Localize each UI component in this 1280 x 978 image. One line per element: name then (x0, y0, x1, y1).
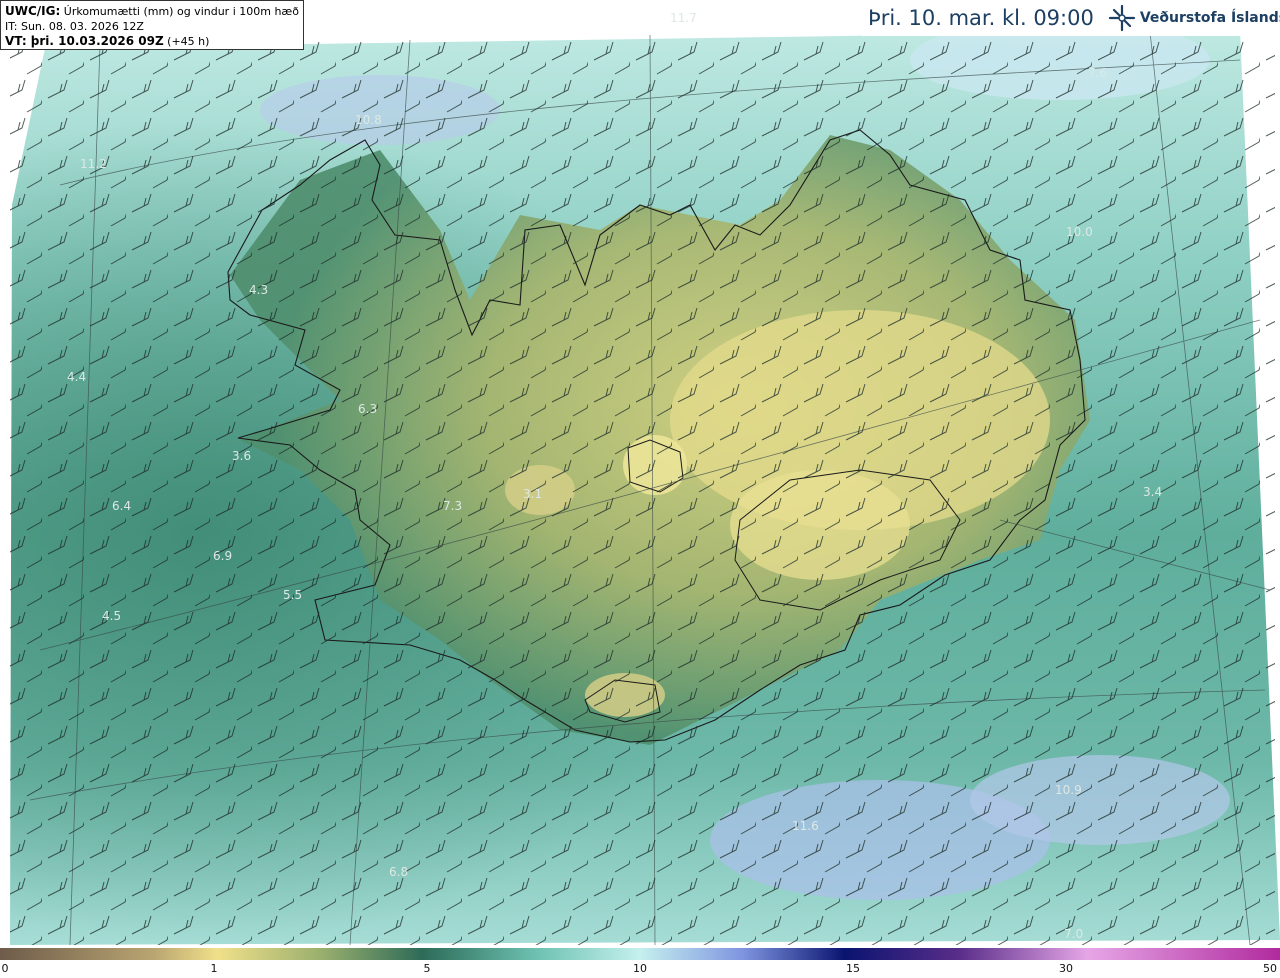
map-label: 3.6 (232, 449, 251, 463)
map-label: 6.3 (358, 402, 377, 416)
map-label: 4.4 (67, 370, 86, 384)
colorbar-tick: 5 (423, 962, 431, 975)
precipitation-colorbar (0, 948, 1280, 960)
colorbar-tick: 1 (210, 962, 218, 975)
precipitation-wind-map: 11.7 7.6 10.0 10.8 11.2 4.3 4.4 3.6 6.4 … (10, 11, 1280, 946)
map-label: 5.5 (283, 588, 302, 602)
product-code: UWC/IG: (5, 4, 61, 18)
valid-time: VT: þri. 10.03.2026 09Z (5, 34, 164, 48)
map-label: 10.8 (355, 113, 382, 127)
map-label: 11.7 (670, 11, 697, 25)
colorbar-tick: 30 (1059, 962, 1073, 975)
map-label: 7.3 (443, 499, 462, 513)
map-label: 6.8 (389, 865, 408, 879)
wind-barbs-field (10, 40, 1275, 945)
forecast-date-title: Þri. 10. mar. kl. 09:00 (868, 6, 1094, 30)
map-label: 6.4 (112, 499, 131, 513)
map-label: 10.9 (1055, 783, 1082, 797)
colorbar-tick: 10 (633, 962, 647, 975)
run-info-box: UWC/IG: Úrkomumætti (mm) og vindur i 100… (0, 0, 304, 50)
map-label: 11.6 (792, 819, 819, 833)
map-label: 4.3 (249, 283, 268, 297)
map-label: 7.0 (1064, 927, 1083, 941)
map-label: 10.0 (1066, 225, 1093, 239)
logo-text: Veðurstofa Íslands (1139, 10, 1280, 26)
initial-time: IT: Sun. 08. 03. 2026 12Z (5, 20, 144, 33)
vedurstofa-logo: Veðurstofa Íslands (1108, 4, 1280, 32)
map-label: 7.6 (1088, 66, 1107, 80)
header-box: Þri. 10. mar. kl. 09:00 Veðurstofa Íslan… (862, 0, 1280, 36)
forecast-lead: (+45 h) (167, 35, 210, 48)
map-label: 4.5 (102, 609, 121, 623)
colorbar-tick: 15 (846, 962, 860, 975)
map-label: 3.1 (523, 487, 542, 501)
map-label: 6.9 (213, 549, 232, 563)
map-label: 3.4 (1143, 485, 1162, 499)
map-label: 11.2 (80, 157, 107, 171)
snowflake-cross-icon (1108, 4, 1135, 32)
product-description: Úrkomumætti (mm) og vindur i 100m hæð (63, 5, 299, 18)
colorbar-tick: 0 (1, 962, 9, 975)
colorbar-tick: 50 (1263, 962, 1277, 975)
